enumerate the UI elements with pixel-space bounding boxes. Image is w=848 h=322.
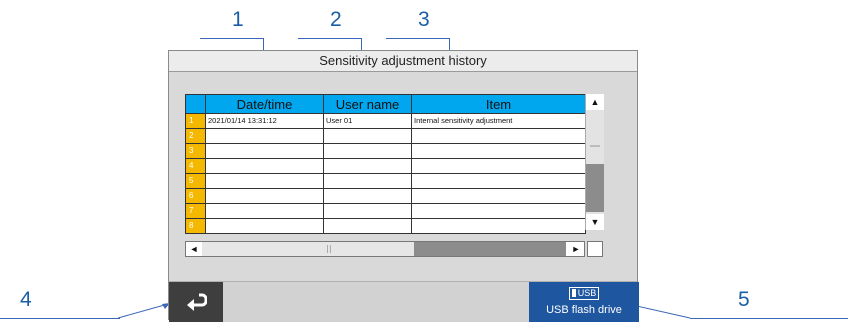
cell-datetime [205,158,324,174]
header-item[interactable]: Item [411,94,586,114]
cell-datetime: 2021/01/14 13:31:12 [205,113,324,129]
history-dialog: Sensitivity adjustment history Date/time… [168,50,639,322]
vertical-scrollbar[interactable]: ▲ ▼ [585,94,604,230]
dialog-title: Sensitivity adjustment history [169,51,637,72]
row-number: 4 [185,158,206,174]
header-username[interactable]: User name [323,94,412,114]
cell-username: User 01 [323,113,412,129]
callout-5-line [690,318,848,319]
table-row[interactable]: 7 [185,203,586,219]
history-table: Date/time User name Item 1 2021/01/14 13… [185,94,586,234]
table-row[interactable]: 4 [185,158,586,174]
row-number: 8 [185,218,206,234]
cell-item [411,173,586,189]
table-header-row: Date/time User name Item [185,94,586,114]
scroll-down-button[interactable]: ▼ [586,214,604,230]
cell-item [411,188,586,204]
usb-flash-drive-button[interactable]: USB USB flash drive [529,282,639,322]
table-row[interactable]: 5 [185,173,586,189]
vertical-scroll-thumb[interactable] [586,164,604,212]
cell-username [323,128,412,144]
table-row[interactable]: 2 [185,128,586,144]
cell-username [323,188,412,204]
callout-3: 3 [418,8,430,31]
bottom-toolbar: USB USB flash drive [169,281,639,322]
cell-datetime [205,203,324,219]
cell-username [323,173,412,189]
callout-1-line [200,38,264,39]
callout-2: 2 [330,8,342,31]
horizontal-scroll-grip [327,245,331,253]
row-number: 7 [185,203,206,219]
cell-item [411,143,586,159]
cell-item [411,128,586,144]
cell-username [323,218,412,234]
scroll-grip [590,145,600,147]
cell-datetime [205,128,324,144]
scroll-right-button[interactable]: ► [568,242,584,256]
header-datetime[interactable]: Date/time [205,94,324,114]
return-arrow-icon [187,293,208,311]
row-number: 3 [185,143,206,159]
cell-username [323,158,412,174]
scroll-corner [587,241,603,257]
callout-4-line [0,318,120,319]
back-button[interactable] [169,282,223,322]
table-row[interactable]: 3 [185,143,586,159]
callout-1: 1 [232,8,244,31]
cell-datetime [205,188,324,204]
callout-4-arrow [118,303,170,319]
cell-username [323,143,412,159]
cell-item: Internal sensitivity adjustment [411,113,586,129]
callout-2-line [298,38,362,39]
usb-badge-label: USB [577,288,597,298]
scroll-left-button[interactable]: ◄ [186,242,202,256]
horizontal-scroll-thumb[interactable] [414,242,566,256]
row-number: 5 [185,173,206,189]
cell-username [323,203,412,219]
horizontal-scroll-track[interactable] [202,242,414,256]
row-number: 1 [185,113,206,129]
horizontal-scrollbar[interactable]: ◄ ► [185,241,585,257]
row-number: 2 [185,128,206,144]
callout-4: 4 [20,288,32,311]
header-corner [185,94,206,114]
cell-datetime [205,173,324,189]
callout-3-line [386,38,450,39]
cell-datetime [205,143,324,159]
callout-5: 5 [738,288,750,311]
usb-button-label: USB flash drive [546,304,622,316]
table-row[interactable]: 1 2021/01/14 13:31:12 User 01 Internal s… [185,113,586,129]
cell-item [411,218,586,234]
cell-datetime [205,218,324,234]
table-row[interactable]: 6 [185,188,586,204]
usb-plug-icon [571,289,576,297]
usb-badge: USB [568,287,600,300]
table-row[interactable]: 8 [185,218,586,234]
row-number: 6 [185,188,206,204]
cell-item [411,158,586,174]
cell-item [411,203,586,219]
scroll-up-button[interactable]: ▲ [586,94,604,110]
history-table-wrapper: Date/time User name Item 1 2021/01/14 13… [185,94,586,234]
